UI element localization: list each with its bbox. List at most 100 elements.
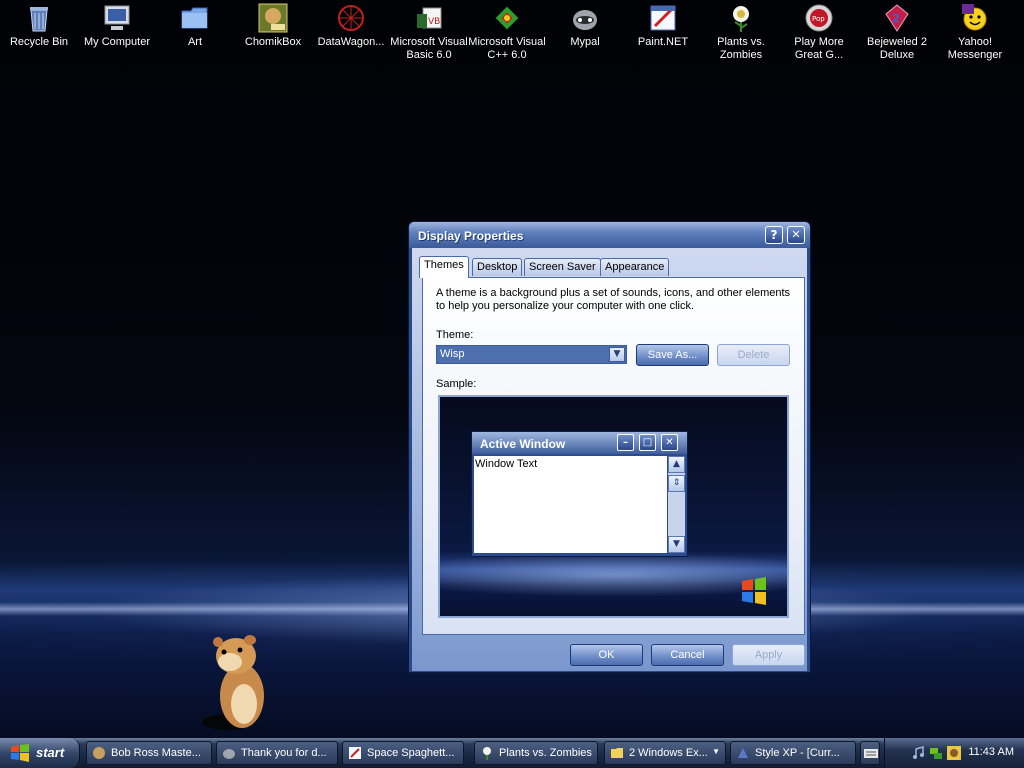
yahoo-messenger-icon xyxy=(962,4,987,31)
chomikbox-icon xyxy=(258,3,288,33)
desktop-icon-play-more[interactable]: Pop Play More Great G... xyxy=(780,2,858,68)
desktop-icon-my-computer[interactable]: My Computer xyxy=(78,2,156,68)
svg-text:Pop: Pop xyxy=(812,15,825,23)
bob-ross-tray-icon[interactable] xyxy=(947,746,961,760)
mypal-icon xyxy=(573,10,597,30)
taskbar-item-label: Plants vs. Zombies xyxy=(499,747,592,759)
datawagon-icon xyxy=(338,5,364,31)
bob-ross-icon xyxy=(93,747,105,759)
desktop-icon-label: Mypal xyxy=(570,36,600,48)
themes-panel: A theme is a background plus a set of so… xyxy=(422,277,805,635)
desktop-icon-label: Play More Great G... xyxy=(794,36,844,61)
desktop-icon-bejeweled[interactable]: 2 Bejeweled 2 Deluxe xyxy=(858,2,936,68)
scroll-down-icon: ▼ xyxy=(668,536,685,553)
music-note-icon[interactable] xyxy=(911,746,925,760)
paint-net-icon xyxy=(650,5,676,31)
close-icon: ✕ xyxy=(661,434,678,451)
desktop-icon-label: Paint.NET xyxy=(637,36,689,48)
dialog-body: Themes Desktop Screen Saver Appearance A… xyxy=(412,248,807,671)
sample-window-text: Window Text xyxy=(475,458,538,470)
desktop-icon-paint-net[interactable]: Paint.NET xyxy=(624,2,702,68)
windows-flag-icon xyxy=(11,744,29,762)
desktop-icon-yahoo-messenger[interactable]: Yahoo! Messenger xyxy=(936,2,1014,68)
minimize-icon: – xyxy=(617,434,634,451)
start-button[interactable]: start xyxy=(0,738,80,768)
desktop-icon-visual-cpp[interactable]: Microsoft Visual C++ 6.0 xyxy=(468,2,546,68)
taskbar: start Bob Ross Maste... Thank you for d.… xyxy=(0,738,1024,768)
tab-themes[interactable]: Themes xyxy=(419,256,469,278)
desktop-icon-visual-basic[interactable]: VB Microsoft Visual Basic 6.0 xyxy=(390,2,468,68)
paint-icon xyxy=(349,747,361,759)
tab-appearance[interactable]: Appearance xyxy=(600,258,670,276)
group-chevron-icon: ▼ xyxy=(712,747,720,756)
theme-description: A theme is a background plus a set of so… xyxy=(436,287,791,312)
hamster-icon xyxy=(202,635,264,730)
sample-window-content: Window Text xyxy=(474,456,667,553)
taskbar-item-windows-explorer[interactable]: 2 Windows Ex... ▼ xyxy=(604,741,726,765)
taskbar-item-plants-vs-zombies[interactable]: Plants vs. Zombies xyxy=(474,741,598,765)
clock[interactable]: 11:43 AM xyxy=(968,746,1014,758)
popcap-icon: Pop xyxy=(805,4,833,32)
desktop-icon-label: My Computer xyxy=(83,36,151,48)
theme-label: Theme: xyxy=(436,329,474,341)
windows-logo-icon xyxy=(742,577,766,605)
taskbar-item-bob-ross[interactable]: Bob Ross Maste... xyxy=(86,741,212,765)
sample-title-bar: Active Window – □ ✕ xyxy=(472,432,687,454)
sample-scrollbar: ▲ ⇕ ▼ xyxy=(668,456,685,553)
desktop-icon-label: Bejeweled 2 Deluxe xyxy=(867,36,927,61)
apply-button[interactable]: Apply xyxy=(732,644,805,666)
taskbar-item-label: Style XP - [Curr... xyxy=(755,747,840,759)
desktop-icon-label: Microsoft Visual C++ 6.0 xyxy=(468,36,546,61)
close-button[interactable]: ✕ xyxy=(787,226,805,244)
display-properties-window: Display Properties ? ✕ Themes Desktop Sc… xyxy=(408,221,811,673)
sample-active-window: Active Window – □ ✕ Window Text ▲ ⇕ ▼ xyxy=(471,431,688,557)
taskbar-item-paint[interactable]: Space Spaghett... xyxy=(342,741,464,765)
theme-select[interactable]: Wisp ▼ xyxy=(436,345,627,364)
tab-screen-saver[interactable]: Screen Saver xyxy=(524,258,601,276)
plants-vs-zombies-icon xyxy=(733,6,749,32)
network-icon[interactable] xyxy=(929,746,943,760)
save-as-button[interactable]: Save As... xyxy=(636,344,709,366)
maximize-icon: □ xyxy=(639,434,656,451)
bejeweled-icon: 2 xyxy=(885,4,909,32)
folder-icon xyxy=(611,748,623,758)
taskbar-keyboard-button[interactable] xyxy=(860,741,880,765)
plants-vs-zombies-icon xyxy=(483,747,491,760)
taskbar-item-browser[interactable]: Thank you for d... xyxy=(216,741,338,765)
scroll-up-icon: ▲ xyxy=(668,456,685,473)
taskbar-item-label: 2 Windows Ex... xyxy=(629,747,708,759)
theme-select-value: Wisp xyxy=(440,348,465,360)
title-bar[interactable]: Display Properties ? ✕ xyxy=(409,222,810,248)
svg-text:2: 2 xyxy=(892,12,900,25)
folder-icon xyxy=(181,7,208,29)
delete-button[interactable]: Delete xyxy=(717,344,790,366)
desktop-icon-label: Yahoo! Messenger xyxy=(947,36,1003,61)
system-tray: 11:43 AM xyxy=(884,738,1024,768)
desktop-icon-label: Microsoft Visual Basic 6.0 xyxy=(390,36,468,61)
desktop-icon-mypal[interactable]: Mypal xyxy=(546,2,624,68)
svg-text:VB: VB xyxy=(428,17,440,27)
cancel-button[interactable]: Cancel xyxy=(651,644,724,666)
help-button[interactable]: ? xyxy=(765,226,783,244)
desktop-icon-label: Plants vs. Zombies xyxy=(717,36,765,61)
ok-button[interactable]: OK xyxy=(570,644,643,666)
tab-desktop[interactable]: Desktop xyxy=(472,258,523,276)
desktop-icon-art[interactable]: Art xyxy=(156,2,234,68)
desktop-icon-label: DataWagon... xyxy=(317,36,385,48)
desktop-icon-datawagon[interactable]: DataWagon... xyxy=(312,2,390,68)
desktop-icon-chomikbox[interactable]: ChomikBox xyxy=(234,2,312,68)
sample-label: Sample: xyxy=(436,378,477,390)
mypal-icon xyxy=(223,749,235,759)
computer-icon xyxy=(104,5,130,30)
chevron-down-icon[interactable]: ▼ xyxy=(609,347,625,362)
desktop-icon-label: Art xyxy=(187,36,203,48)
desktop-icon-label: Recycle Bin xyxy=(9,36,69,48)
desktop-icon-plants-vs-zombies[interactable]: Plants vs. Zombies xyxy=(702,2,780,68)
taskbar-item-label: Space Spaghett... xyxy=(367,747,455,759)
desktop-icon-recycle-bin[interactable]: Recycle Bin xyxy=(0,2,78,68)
sample-window-title: Active Window xyxy=(480,437,566,451)
window-title: Display Properties xyxy=(418,229,524,243)
taskbar-item-style-xp[interactable]: Style XP - [Curr... xyxy=(730,741,856,765)
visual-cpp-icon xyxy=(495,6,519,30)
taskbar-item-label: Thank you for d... xyxy=(241,747,327,759)
